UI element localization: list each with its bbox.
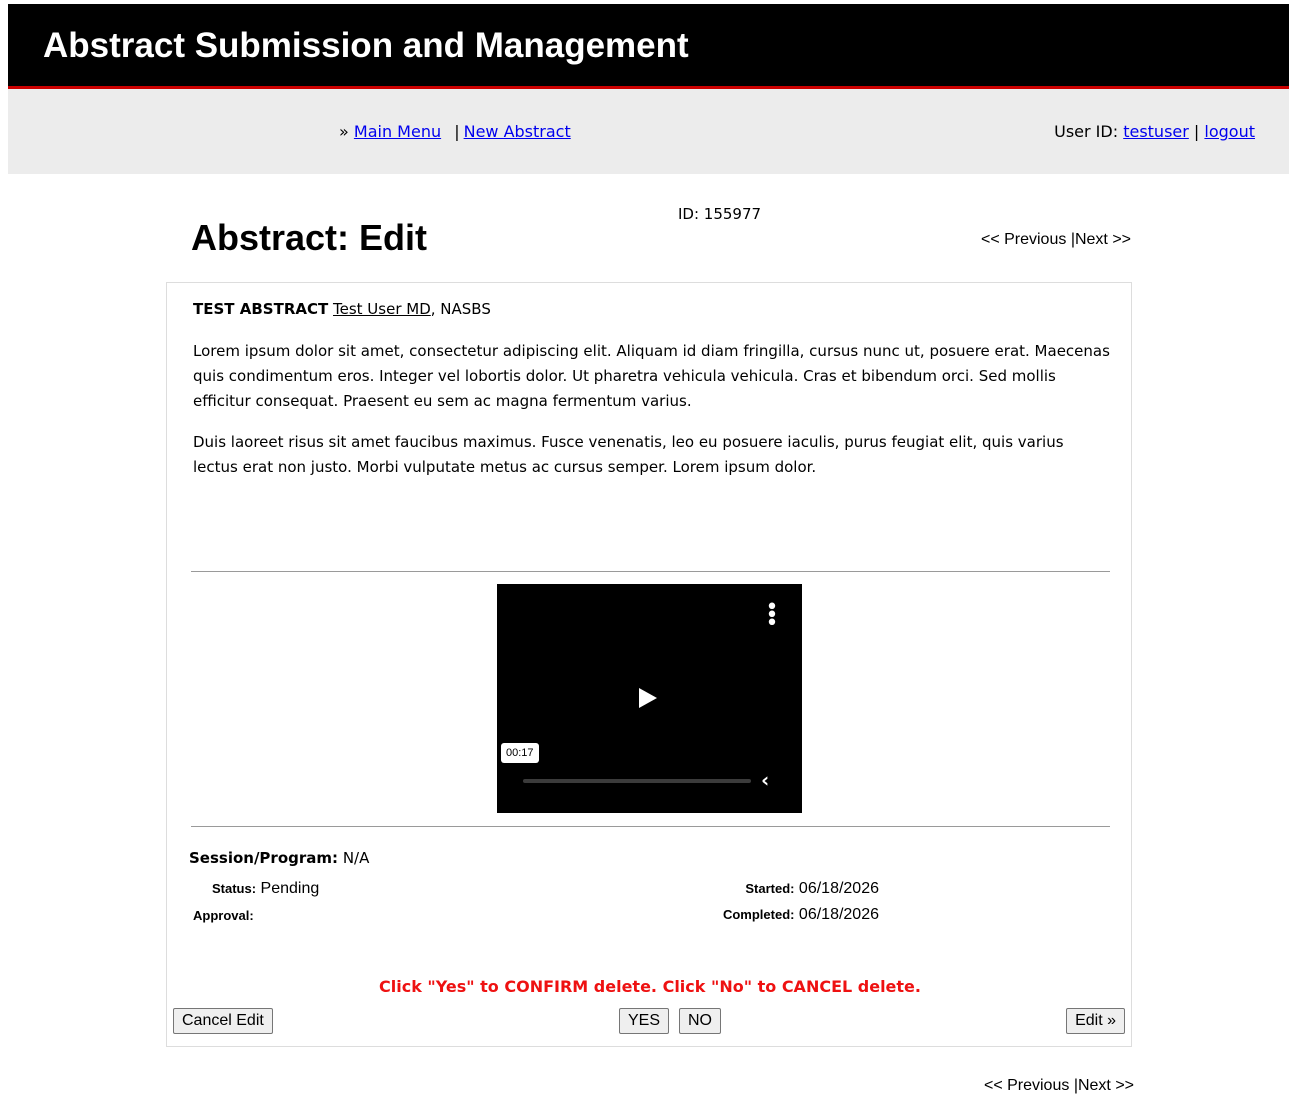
no-button[interactable]: NO: [679, 1008, 721, 1034]
chevron-left-icon[interactable]: ‹: [761, 770, 769, 790]
next-link[interactable]: Next >>: [1078, 1077, 1134, 1094]
status-label: Status:: [212, 881, 257, 896]
started-value: 06/18/2026: [798, 880, 879, 897]
video-player[interactable]: • • • 00:17 ‹: [497, 584, 802, 813]
status-field: Status: Pending: [212, 880, 319, 898]
started-label: Started:: [745, 881, 795, 896]
previous-link[interactable]: << Previous: [981, 231, 1066, 248]
status-value: Pending: [260, 880, 320, 897]
abstract-body: Lorem ipsum dolor sit amet, consectetur …: [193, 339, 1113, 496]
abstract-author[interactable]: Test User MD: [333, 300, 431, 318]
approval-label: Approval:: [193, 908, 254, 923]
completed-value: 06/18/2026: [798, 906, 879, 923]
page-title: Abstract: Edit: [191, 217, 428, 258]
nav-separator: |: [454, 122, 460, 141]
user-info: User ID: testuser | logout: [1054, 122, 1255, 141]
abstract-card: TEST ABSTRACT Test User MD, NASBS Lorem …: [166, 282, 1132, 1047]
play-icon[interactable]: [639, 688, 657, 708]
started-field: Started: 06/18/2026: [745, 880, 879, 898]
nav-links: » Main Menu | New Abstract: [339, 122, 571, 141]
user-separator: |: [1193, 122, 1200, 141]
session-value: N/A: [342, 849, 370, 867]
session-label: Session/Program:: [189, 849, 339, 867]
nav-prefix: »: [339, 122, 349, 141]
app-title: Abstract Submission and Management: [43, 26, 689, 65]
pager-bottom: << Previous |Next >>: [984, 1077, 1134, 1095]
divider: [191, 571, 1110, 572]
abstract-paragraph: Duis laoreet risus sit amet faucibus max…: [193, 433, 1064, 476]
completed-field: Completed: 06/18/2026: [723, 906, 879, 924]
abstract-id: ID: 155977: [678, 205, 762, 223]
delete-confirm-message: Click "Yes" to CONFIRM delete. Click "No…: [379, 977, 921, 996]
yes-button[interactable]: YES: [619, 1008, 670, 1034]
abstract-byline: TEST ABSTRACT Test User MD, NASBS: [193, 300, 491, 318]
edit-button[interactable]: Edit »: [1066, 1008, 1125, 1034]
pager-top: << Previous |Next >>: [981, 231, 1131, 249]
abstract-affiliation: , NASBS: [430, 300, 491, 318]
abstract-paragraph: Lorem ipsum dolor sit amet, consectetur …: [193, 342, 1110, 410]
logout-link[interactable]: logout: [1204, 122, 1255, 141]
new-abstract-link[interactable]: New Abstract: [464, 122, 571, 141]
next-link[interactable]: Next >>: [1075, 231, 1131, 248]
video-time-tooltip: 00:17: [501, 743, 539, 763]
user-id-link[interactable]: testuser: [1123, 122, 1189, 141]
user-id-label: User ID:: [1054, 122, 1119, 141]
completed-label: Completed:: [722, 907, 795, 922]
more-options-icon[interactable]: • • •: [765, 597, 779, 635]
divider: [191, 826, 1110, 827]
header-banner: Abstract Submission and Management: [8, 4, 1289, 89]
session-program: Session/Program: N/A: [189, 849, 369, 867]
main-menu-link[interactable]: Main Menu: [354, 122, 441, 141]
cancel-edit-button[interactable]: Cancel Edit: [173, 1008, 273, 1034]
nav-bar: » Main Menu | New Abstract User ID: testu…: [8, 89, 1289, 174]
abstract-title: TEST ABSTRACT: [193, 300, 329, 318]
previous-link[interactable]: << Previous: [984, 1077, 1069, 1094]
video-progress-bar[interactable]: [523, 779, 751, 783]
approval-field: Approval:: [193, 907, 254, 925]
